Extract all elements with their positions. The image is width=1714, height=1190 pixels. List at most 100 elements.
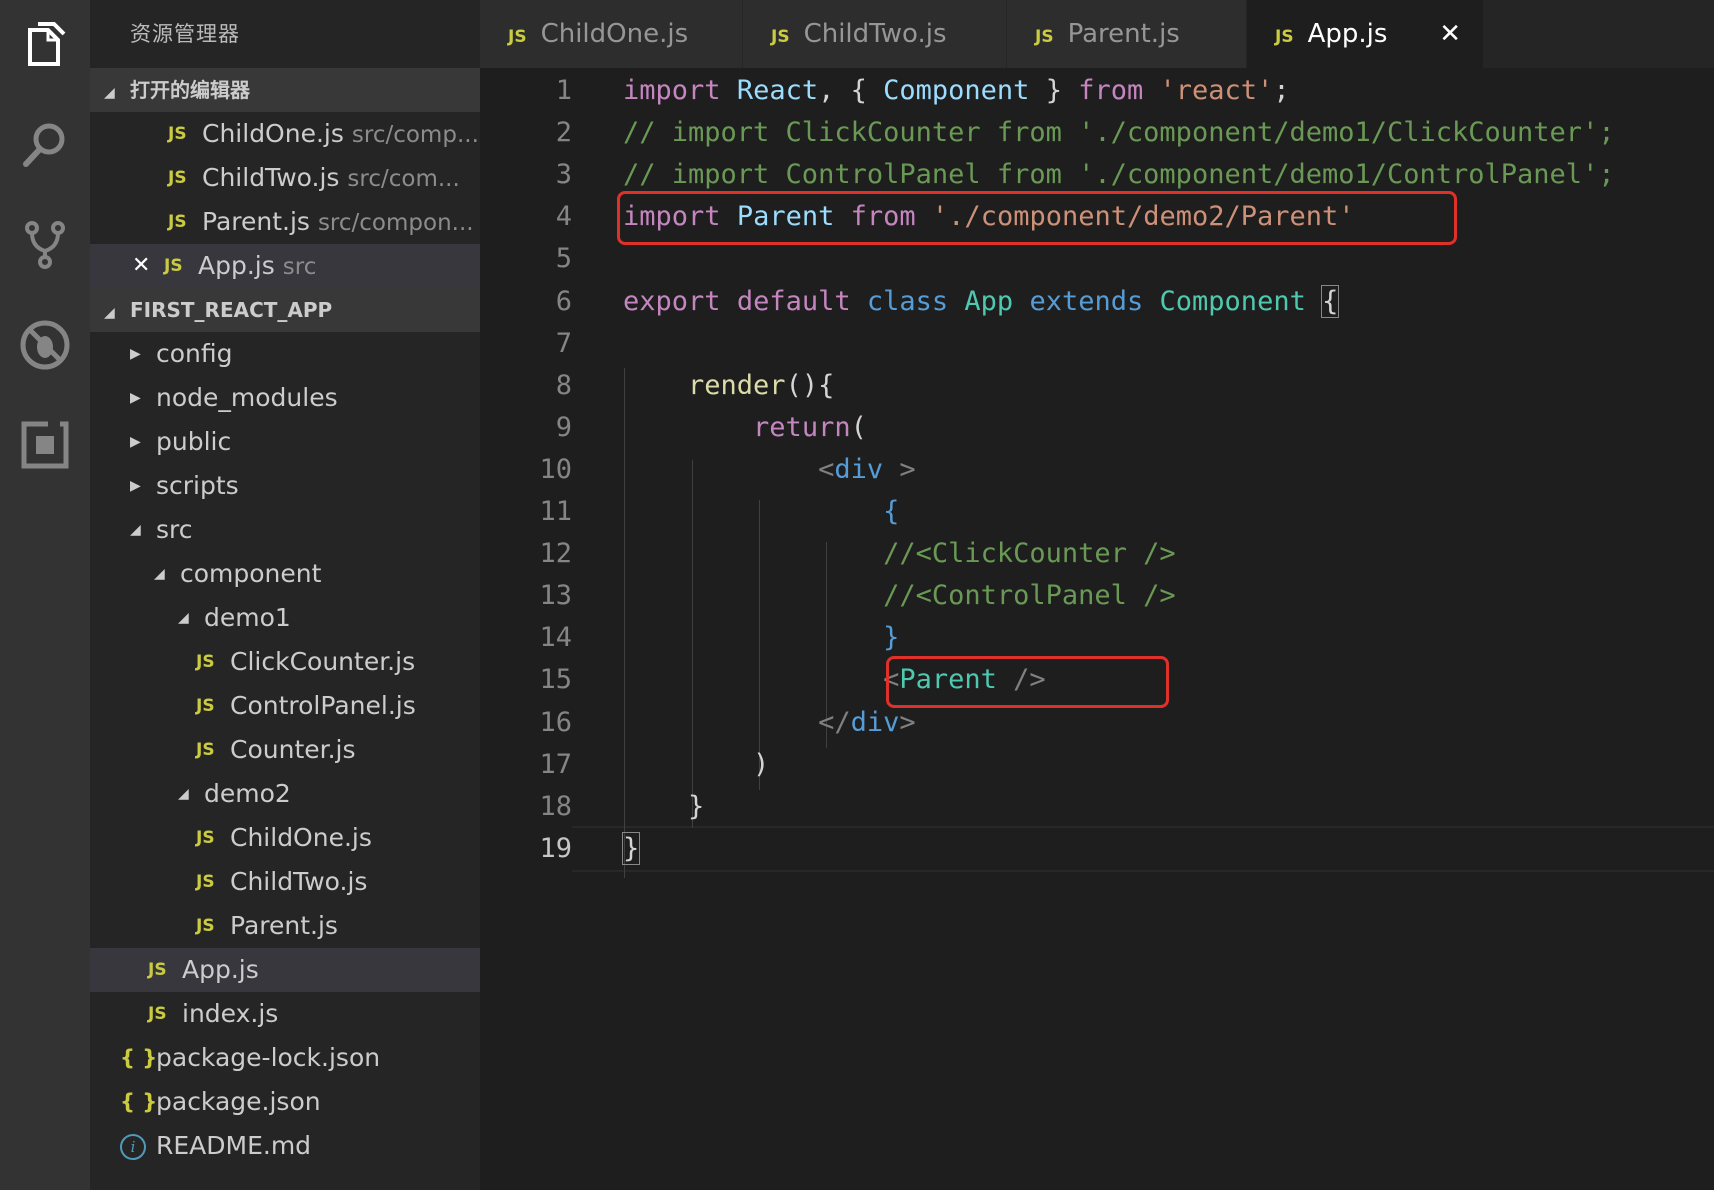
tree-file[interactable]: JS ClickCounter.js	[90, 640, 480, 684]
code-line[interactable]: 15 <Parent />	[480, 659, 1714, 701]
code-token: <	[818, 453, 835, 485]
code-line[interactable]: 12 //<ClickCounter />	[480, 533, 1714, 575]
code-text: }	[621, 828, 641, 870]
line-number: 5	[555, 243, 572, 275]
code-line[interactable]: 4 import Parent from './component/demo2/P…	[480, 196, 1714, 238]
tree-label: index.js	[182, 999, 279, 1028]
code-token: // import ClickCounter from './component…	[623, 117, 1615, 149]
tree-label: package.json	[156, 1087, 321, 1116]
tree-folder-node-modules[interactable]: ▶ node_modules	[90, 376, 480, 420]
chevron-right-icon: ▶	[130, 390, 141, 406]
code-line[interactable]: 3 // import ControlPanel from './componen…	[480, 154, 1714, 196]
code-line[interactable]: 17 )	[480, 744, 1714, 786]
open-editors-label: 打开的编辑器	[130, 78, 250, 102]
code-line[interactable]: 14 }	[480, 617, 1714, 659]
source-control-icon[interactable]	[0, 200, 90, 290]
open-editor-item[interactable]: JS Parent.js src/compon...	[90, 200, 480, 244]
open-editor-item-active[interactable]: ✕ JS App.js src	[90, 244, 480, 288]
js-file-icon: JS	[196, 828, 215, 848]
tree-label: demo1	[204, 603, 291, 632]
tree-file[interactable]: JS ChildTwo.js	[90, 860, 480, 904]
open-editors-header[interactable]: ◢ 打开的编辑器	[90, 68, 480, 112]
tree-file[interactable]: JS Parent.js	[90, 904, 480, 948]
open-editor-item[interactable]: JS ChildTwo.js src/com...	[90, 156, 480, 200]
code-text: //<ClickCounter />	[623, 533, 1176, 575]
code-line[interactable]: 2 // import ClickCounter from './componen…	[480, 112, 1714, 154]
tree-label: Counter.js	[230, 735, 356, 764]
code-token: from	[850, 201, 916, 233]
js-file-icon: JS	[168, 168, 187, 188]
tree-folder-component[interactable]: ◢ component	[90, 552, 480, 596]
info-icon: i	[120, 1134, 146, 1160]
open-editor-name: ChildTwo.js	[202, 163, 340, 192]
code-line[interactable]: 1 import React, { Component } from 'react…	[480, 70, 1714, 112]
tree-file[interactable]: JS Counter.js	[90, 728, 480, 772]
tree-file[interactable]: JS ControlPanel.js	[90, 684, 480, 728]
code-token: />	[1013, 664, 1046, 696]
extensions-icon[interactable]	[0, 400, 90, 490]
js-file-icon: JS	[771, 27, 790, 47]
code-token: React	[736, 75, 819, 106]
open-editor-item[interactable]: JS ChildOne.js src/comp...	[90, 112, 480, 156]
code-line[interactable]: 10 <div >	[480, 449, 1714, 491]
code-text: render(){	[623, 365, 834, 407]
line-number: 10	[539, 453, 572, 485]
tree-folder-config[interactable]: ▶ config	[90, 332, 480, 376]
code-line[interactable]: 5	[480, 238, 1714, 280]
explorer-icon[interactable]	[0, 2, 90, 92]
tab-parent[interactable]: JS Parent.js	[1007, 0, 1247, 68]
code-line[interactable]: 18 }	[480, 786, 1714, 828]
search-icon[interactable]	[0, 100, 90, 190]
tree-file-selected[interactable]: JS App.js	[90, 948, 480, 992]
code-text: </div>	[623, 702, 916, 744]
code-line[interactable]: 13 //<ControlPanel />	[480, 575, 1714, 617]
chevron-down-icon: ◢	[154, 566, 165, 582]
tree-folder-demo2[interactable]: ◢ demo2	[90, 772, 480, 816]
code-text: {	[623, 491, 899, 533]
close-icon[interactable]: ✕	[132, 244, 164, 288]
code-line[interactable]: 19}	[480, 828, 1714, 870]
close-icon[interactable]: ✕	[1439, 0, 1461, 68]
tree-folder-public[interactable]: ▶ public	[90, 420, 480, 464]
tree-label: component	[180, 559, 322, 588]
code-token: default	[736, 285, 851, 317]
tab-app[interactable]: JS App.js ✕	[1247, 0, 1484, 68]
code-line[interactable]: 9 return(	[480, 407, 1714, 449]
debug-icon[interactable]	[0, 300, 90, 390]
tree-folder-src[interactable]: ◢ src	[90, 508, 480, 552]
line-number: 2	[555, 117, 572, 149]
code-line[interactable]: 7	[480, 323, 1714, 365]
code-token: //<ClickCounter />	[883, 538, 1176, 570]
tree-folder-scripts[interactable]: ▶ scripts	[90, 464, 480, 508]
tree-file[interactable]: { }package.json	[90, 1080, 480, 1124]
project-header[interactable]: ◢ FIRST_REACT_APP	[90, 288, 480, 332]
code-token: Parent	[899, 664, 997, 696]
tab-childtwo[interactable]: JS ChildTwo.js	[743, 0, 1007, 68]
code-line[interactable]: 16 </div>	[480, 702, 1714, 744]
js-file-icon: JS	[196, 916, 215, 936]
code-token: App	[964, 285, 1014, 317]
line-number: 18	[539, 790, 572, 822]
collapse-icon: ◢	[104, 305, 115, 321]
tree-file[interactable]: { }package-lock.json	[90, 1036, 480, 1080]
tree-file[interactable]: JS ChildOne.js	[90, 816, 480, 860]
code-token: extends	[1029, 285, 1144, 317]
code-token: {	[1321, 284, 1340, 318]
tree-file[interactable]: JS index.js	[90, 992, 480, 1036]
line-number: 13	[539, 580, 572, 612]
code-line[interactable]: 8 render(){	[480, 365, 1714, 407]
code-text: return(	[623, 407, 867, 449]
tab-childone[interactable]: JS ChildOne.js	[480, 0, 743, 68]
tree-file[interactable]: i README.md	[90, 1124, 480, 1168]
code-token: {	[883, 496, 900, 527]
tree-folder-demo1[interactable]: ◢ demo1	[90, 596, 480, 640]
code-editor[interactable]: 1 import React, { Component } from 'react…	[480, 68, 1714, 1190]
open-editor-name: App.js	[198, 251, 275, 280]
code-line[interactable]: 6 export default class App extends Compon…	[480, 281, 1714, 323]
code-line[interactable]: 11 {	[480, 491, 1714, 533]
